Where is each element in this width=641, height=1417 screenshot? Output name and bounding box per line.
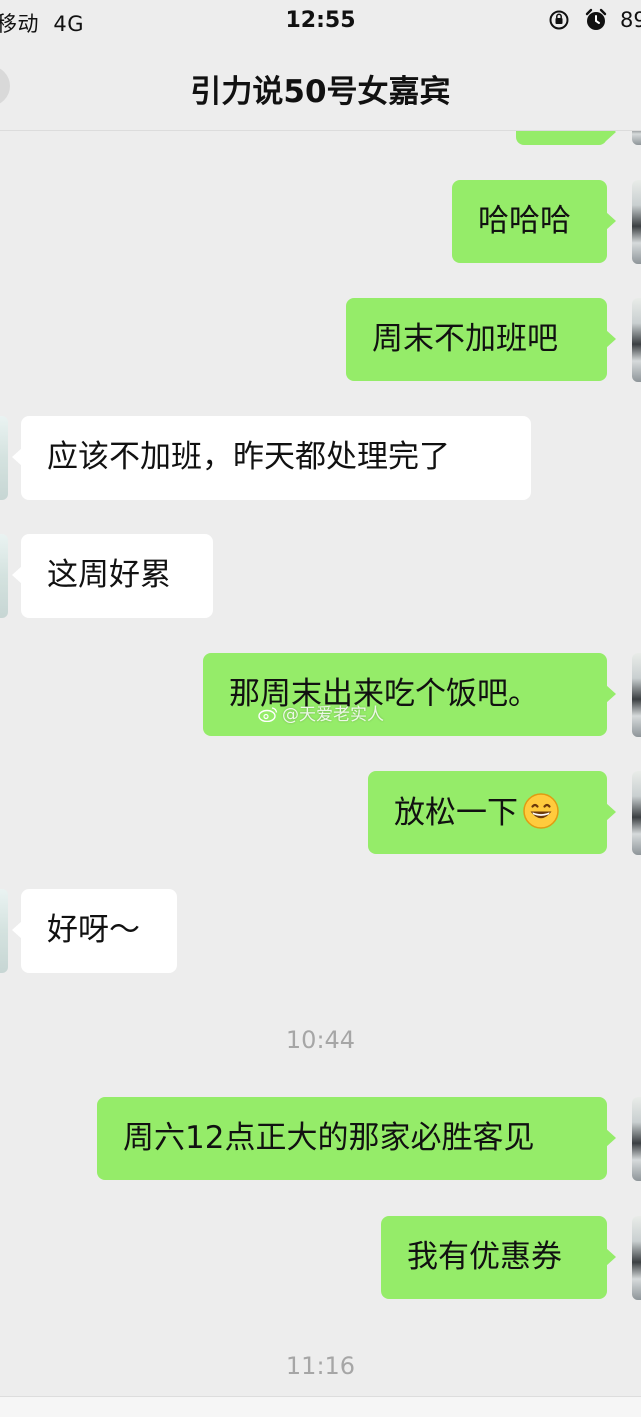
message-bubble[interactable]: 应该不加班，昨天都处理完了 [12, 416, 531, 500]
avatar[interactable] [632, 180, 641, 264]
avatar[interactable] [0, 889, 8, 973]
avatar[interactable] [0, 416, 8, 500]
input-bar[interactable] [0, 1396, 641, 1417]
avatar[interactable] [632, 131, 641, 145]
avatar[interactable] [632, 771, 641, 855]
avatar[interactable] [632, 298, 641, 382]
rotation-lock-icon [549, 10, 569, 30]
message-text: 好呀～ [47, 912, 140, 948]
message-text: 周末不加班吧 [372, 321, 558, 357]
message-bubble[interactable]: 周末不加班吧 [346, 298, 616, 381]
timestamp: 11:16 [285, 1352, 356, 1380]
message-bubble[interactable]: 哈哈哈 [452, 180, 616, 263]
alarm-clock-icon [585, 8, 607, 30]
watermark-text: @天爱老实人 [282, 705, 384, 725]
grinning-face-icon [523, 793, 559, 829]
watermark: @天爱老实人 [258, 700, 384, 725]
avatar[interactable] [0, 534, 8, 618]
status-bar: 移动 4G 12:55 89 [0, 0, 641, 44]
message-bubble[interactable]: 我有优惠券 [381, 1216, 616, 1299]
battery-percent: 89 [620, 8, 641, 32]
message-bubble-partial [516, 131, 616, 145]
message-text: 放松一下 [394, 795, 518, 831]
message-bubble[interactable]: 周六12点正大的那家必胜客见 [97, 1097, 616, 1180]
avatar[interactable] [632, 1216, 641, 1300]
message-text: 周六12点正大的那家必胜客见 [123, 1120, 535, 1156]
message-text: 应该不加班，昨天都处理完了 [47, 439, 450, 475]
message-text: 哈哈哈 [478, 203, 571, 239]
message-text: 我有优惠券 [407, 1239, 562, 1275]
avatar[interactable] [632, 653, 641, 737]
message-bubble[interactable]: 放松一下 [368, 771, 616, 854]
message-text: 这周好累 [47, 557, 171, 593]
chat-header: 引力说50号女嘉宾 [0, 44, 641, 131]
timestamp: 10:44 [285, 1026, 356, 1054]
chat-title: 引力说50号女嘉宾 [190, 74, 451, 110]
weibo-icon [258, 707, 278, 722]
message-bubble[interactable]: 好呀～ [12, 889, 177, 973]
avatar[interactable] [632, 1097, 641, 1181]
status-time: 12:55 [285, 8, 356, 33]
message-bubble[interactable]: 这周好累 [12, 534, 213, 618]
message-list[interactable]: 哈哈哈 周末不加班吧 应该不加班，昨天都处理完了 这周好累 那周末出来吃个饭吧。… [0, 131, 641, 1416]
